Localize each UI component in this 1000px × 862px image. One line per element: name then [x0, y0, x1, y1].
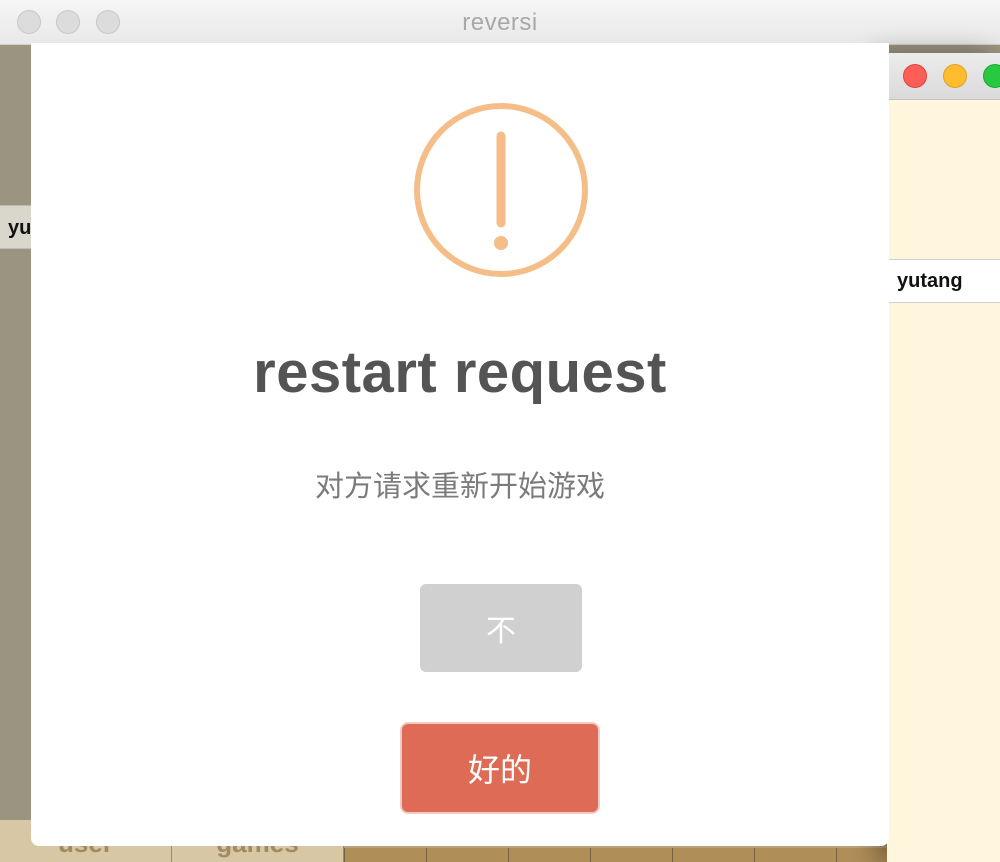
dialog-message: 对方请求重新开始游戏 [314, 471, 605, 503]
second-window-titlebar[interactable] [887, 53, 1000, 100]
confirm-button[interactable]: 好的 [402, 724, 598, 812]
zoom-window-button[interactable] [983, 64, 1000, 88]
window-titlebar[interactable]: reversi [0, 0, 1000, 45]
board-cell[interactable] [590, 848, 672, 862]
board-cell[interactable] [426, 848, 508, 862]
left-user-label: yu [0, 205, 32, 249]
board-cell[interactable] [836, 848, 888, 862]
user-name-label: yutang [887, 259, 1000, 303]
board-cell[interactable] [344, 848, 426, 862]
window-title: reversi [462, 9, 538, 36]
restart-request-dialog: restart request 对方请求重新开始游戏 不 好的 [31, 43, 889, 846]
second-window: yutang [887, 53, 1000, 862]
board-cell[interactable] [672, 848, 754, 862]
board-cell[interactable] [508, 848, 590, 862]
minimize-window-button[interactable] [943, 64, 967, 88]
close-window-button[interactable] [903, 64, 927, 88]
cancel-button[interactable]: 不 [420, 584, 582, 672]
dialog-title: restart request [253, 340, 667, 405]
board-cell[interactable] [754, 848, 836, 862]
warning-icon-graphic [414, 103, 588, 277]
